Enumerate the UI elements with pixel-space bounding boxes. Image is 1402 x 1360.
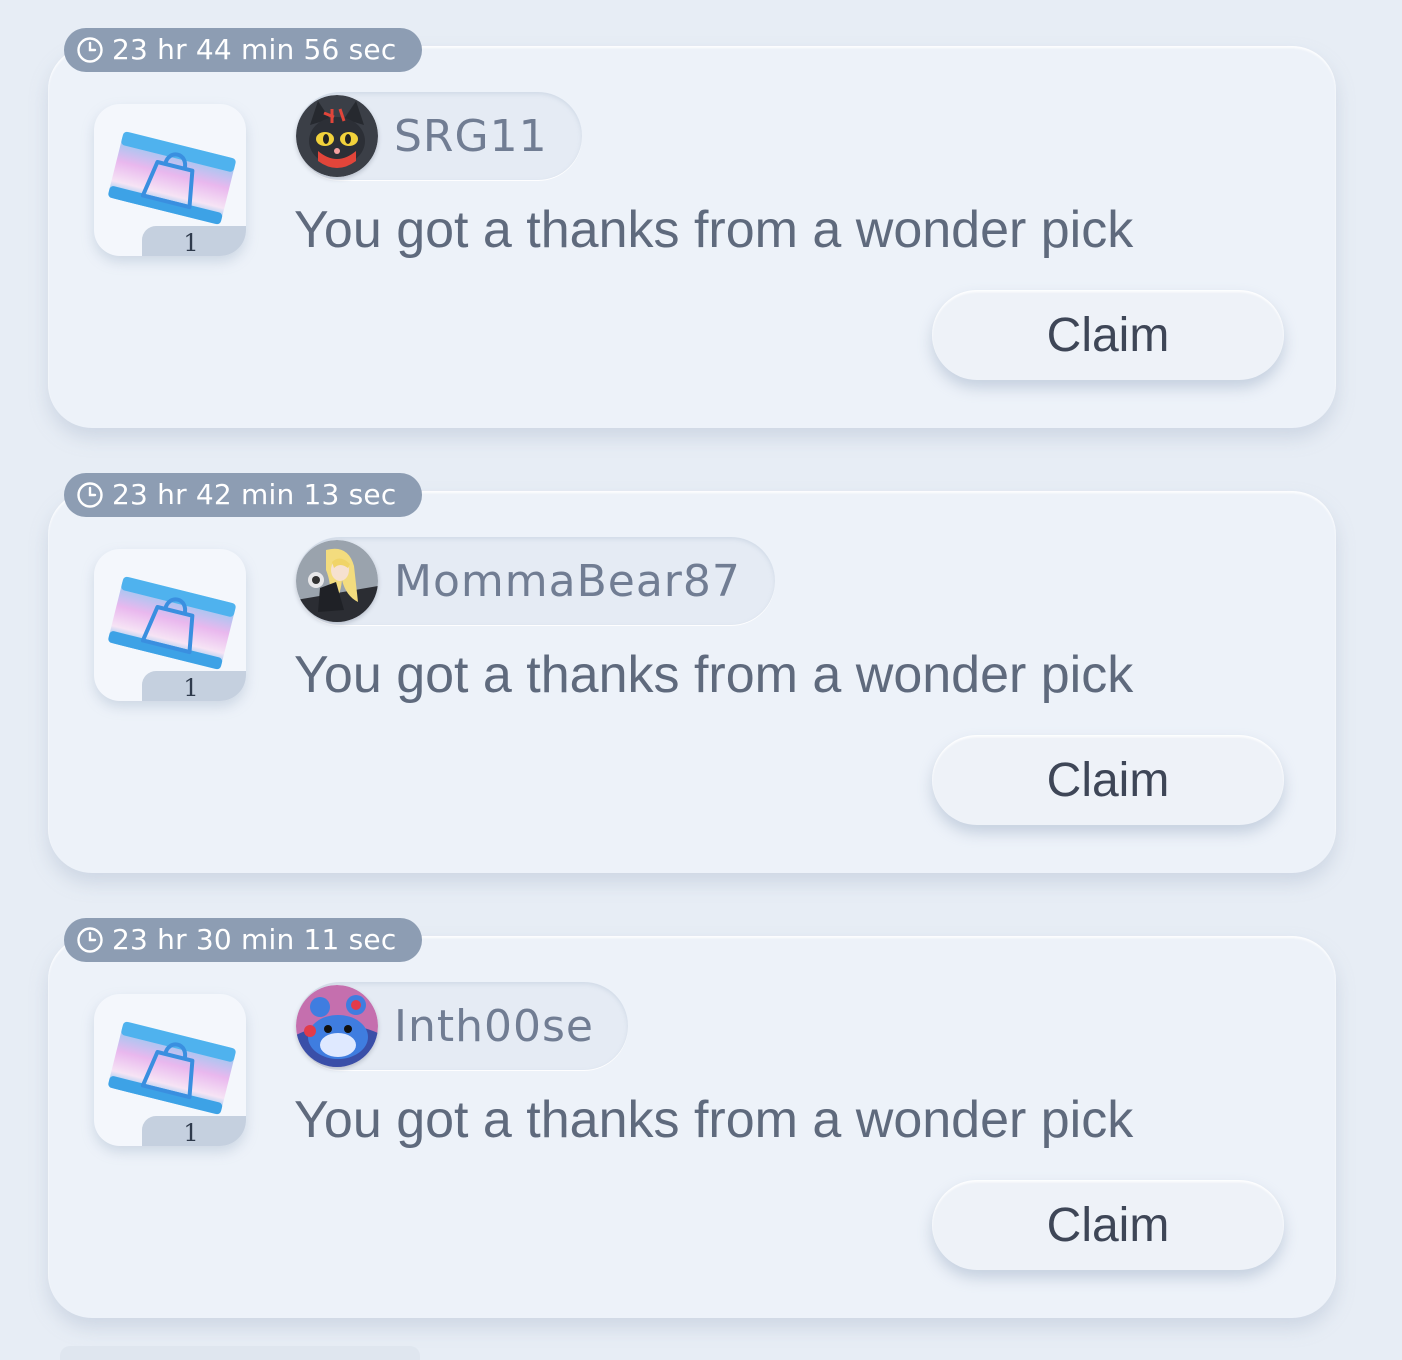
timer-badge: 23 hr 42 min 13 sec	[64, 473, 422, 517]
cynthia-avatar-icon	[296, 540, 378, 622]
clock-icon	[77, 37, 103, 63]
next-card-edge	[60, 1346, 420, 1360]
avatar	[296, 540, 378, 622]
quantity-badge: 1	[142, 226, 246, 256]
timer-text: 23 hr 44 min 56 sec	[112, 33, 397, 66]
user-pill[interactable]: SRG11	[296, 92, 582, 180]
message-text: You got a thanks from a wonder pick	[294, 1091, 1134, 1149]
message-text: You got a thanks from a wonder pick	[294, 646, 1134, 704]
timer-text: 23 hr 30 min 11 sec	[112, 923, 397, 956]
shopping-bag-icon	[108, 131, 236, 225]
litten-avatar-icon	[296, 95, 378, 177]
user-pill[interactable]: MommaBear87	[296, 537, 775, 625]
message-text: You got a thanks from a wonder pick	[294, 201, 1134, 259]
notification-entry: 23 hr 42 min 13 sec 1 MommaBear87 You go…	[0, 445, 1402, 873]
notification-entry: 23 hr 44 min 56 sec 1 SRG11 You got a th…	[0, 0, 1402, 428]
avatar	[296, 985, 378, 1067]
avatar	[296, 95, 378, 177]
notification-list: 23 hr 44 min 56 sec 1 SRG11 You got a th…	[0, 0, 1402, 1360]
claim-button[interactable]: Claim	[932, 735, 1284, 825]
username: MommaBear87	[394, 555, 741, 607]
shop-ticket-item: 1	[94, 549, 246, 701]
timer-badge: 23 hr 30 min 11 sec	[64, 918, 422, 962]
quantity-badge: 1	[142, 1116, 246, 1146]
shop-ticket-item: 1	[94, 994, 246, 1146]
notification-entry: 23 hr 30 min 11 sec 1 Inth00se You got a…	[0, 890, 1402, 1318]
username: SRG11	[394, 110, 548, 162]
user-pill[interactable]: Inth00se	[296, 982, 628, 1070]
claim-button[interactable]: Claim	[932, 290, 1284, 380]
timer-text: 23 hr 42 min 13 sec	[112, 478, 397, 511]
timer-badge: 23 hr 44 min 56 sec	[64, 28, 422, 72]
marill-avatar-icon	[296, 985, 378, 1067]
clock-icon	[77, 482, 103, 508]
quantity-badge: 1	[142, 671, 246, 701]
claim-button[interactable]: Claim	[932, 1180, 1284, 1270]
shop-ticket-item: 1	[94, 104, 246, 256]
shopping-bag-icon	[108, 576, 236, 670]
username: Inth00se	[394, 1000, 594, 1052]
clock-icon	[77, 927, 103, 953]
shopping-bag-icon	[108, 1021, 236, 1115]
